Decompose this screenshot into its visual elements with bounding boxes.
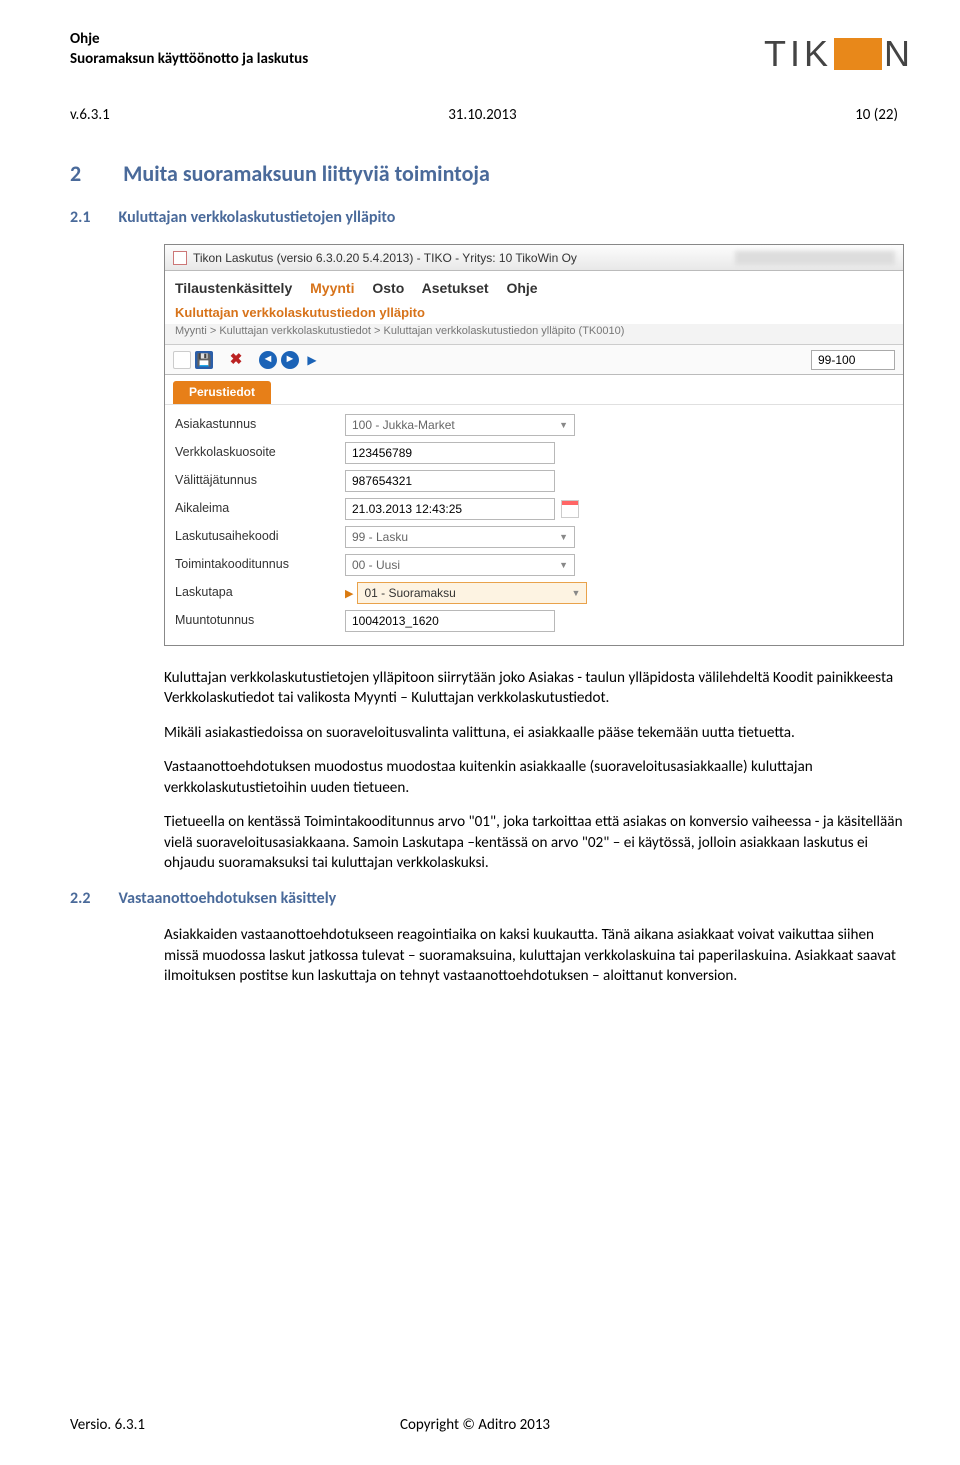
version: v.6.3.1 — [70, 105, 110, 125]
chevron-down-icon: ▼ — [572, 587, 581, 599]
label-laskutapa: Laskutapa — [175, 584, 345, 601]
app-screenshot: Tikon Laskutus (versio 6.3.0.20 5.4.2013… — [164, 244, 904, 645]
doc-date: 31.10.2013 — [448, 105, 516, 125]
field-muuntotunnus[interactable] — [345, 610, 555, 632]
doc-subtitle: Suoramaksun käyttöönotto ja laskutus — [70, 50, 308, 70]
heading-1-text: Muita suoramaksuun liittyviä toimintoja — [123, 159, 490, 189]
doc-title: Ohje — [70, 30, 308, 50]
paragraph: Asiakkaiden vastaanottoehdotukseen reago… — [164, 925, 906, 987]
marker-icon: ▶ — [345, 588, 353, 600]
tab-perustiedot[interactable]: Perustiedot — [173, 381, 271, 403]
field-asiakastunnus[interactable]: 100 - Jukka-Market▼ — [345, 414, 575, 436]
menu-ohje[interactable]: Ohje — [506, 280, 537, 296]
field-laskutusaihekoodi[interactable]: 99 - Lasku▼ — [345, 526, 575, 548]
menu-tilaustenkasittely[interactable]: Tilaustenkäsittely — [175, 280, 292, 296]
heading-2-2: 2.2 Vastaanottoehdotuksen käsittely — [70, 888, 912, 910]
heading-1-number: 2 — [70, 159, 81, 189]
logo: TIK N — [764, 30, 912, 79]
field-verkkolaskuosoite[interactable] — [345, 442, 555, 464]
app-icon — [173, 251, 187, 265]
label-toimintakooditunnus: Toimintakooditunnus — [175, 556, 345, 573]
label-aikaleima: Aikaleima — [175, 500, 345, 517]
heading-2-1-text: Kuluttajan verkkolaskutustietojen ylläpi… — [119, 207, 396, 229]
chevron-down-icon: ▼ — [559, 531, 568, 543]
menu-asetukset[interactable]: Asetukset — [422, 280, 489, 296]
forward-icon[interactable]: ► — [281, 351, 299, 369]
section-2-2-body: Asiakkaiden vastaanottoehdotukseen reago… — [164, 925, 906, 987]
window-title: Tikon Laskutus (versio 6.3.0.20 5.4.2013… — [193, 250, 577, 266]
label-asiakastunnus: Asiakastunnus — [175, 416, 345, 433]
field-laskutapa[interactable]: 01 - Suoramaksu▼ — [357, 582, 587, 604]
paragraph: Kuluttajan verkkolaskutustietojen ylläpi… — [164, 668, 906, 709]
footer: Versio. 6.3.1 Copyright © Aditro 2013 — [70, 1415, 912, 1435]
menu-osto[interactable]: Osto — [372, 280, 404, 296]
label-laskutusaihekoodi: Laskutusaihekoodi — [175, 528, 345, 545]
label-valittajatunnus: Välittäjätunnus — [175, 472, 345, 489]
calendar-icon[interactable] — [561, 500, 579, 518]
toolbar: 💾 ✖ ◄ ► ▶ — [165, 345, 903, 375]
pager-input[interactable] — [811, 350, 895, 370]
chevron-down-icon: ▼ — [559, 559, 568, 571]
chevron-down-icon: ▼ — [559, 419, 568, 431]
heading-2-2-number: 2.2 — [70, 888, 91, 910]
heading-2-1: 2.1 Kuluttajan verkkolaskutustietojen yl… — [70, 207, 912, 229]
logo-text-tail: N — [884, 30, 912, 79]
footer-version: Versio. 6.3.1 — [70, 1415, 400, 1435]
logo-box-icon — [834, 38, 882, 70]
field-aikaleima[interactable] — [345, 498, 555, 520]
paragraph: Tietueella on kentässä Toimintakooditunn… — [164, 812, 906, 874]
next-icon[interactable]: ▶ — [303, 351, 321, 369]
tabstrip: Perustiedot — [165, 375, 903, 403]
window-titlebar: Tikon Laskutus (versio 6.3.0.20 5.4.2013… — [165, 245, 903, 271]
menu-myynti[interactable]: Myynti — [310, 280, 354, 296]
view-title: Kuluttajan verkkolaskutustiedon ylläpito — [165, 298, 903, 324]
save-icon[interactable]: 💾 — [195, 351, 213, 369]
paragraph: Vastaanottoehdotuksen muodostus muodosta… — [164, 757, 906, 798]
back-icon[interactable]: ◄ — [259, 351, 277, 369]
delete-icon[interactable]: ✖ — [227, 351, 245, 369]
blurred-region — [735, 251, 895, 265]
heading-2-2-text: Vastaanottoehdotuksen käsittely — [119, 888, 337, 910]
field-toimintakooditunnus[interactable]: 00 - Uusi▼ — [345, 554, 575, 576]
page-number: 10 (22) — [855, 105, 898, 125]
meta-row: v.6.3.1 31.10.2013 10 (22) — [70, 105, 912, 125]
logo-text: TIK — [764, 30, 832, 79]
menubar: Tilaustenkäsittely Myynti Osto Asetukset… — [165, 271, 903, 298]
label-verkkolaskuosoite: Verkkolaskuosoite — [175, 444, 345, 461]
new-icon[interactable] — [173, 351, 191, 369]
field-valittajatunnus[interactable] — [345, 470, 555, 492]
label-muuntotunnus: Muuntotunnus — [175, 612, 345, 629]
heading-1: 2 Muita suoramaksuun liittyviä toimintoj… — [70, 159, 912, 189]
footer-copyright: Copyright © Aditro 2013 — [400, 1415, 550, 1435]
breadcrumb: Myynti > Kuluttajan verkkolaskutustiedot… — [165, 324, 903, 346]
paragraph: Mikäli asiakastiedoissa on suoraveloitus… — [164, 723, 906, 744]
page-header: Ohje Suoramaksun käyttöönotto ja laskutu… — [70, 30, 912, 79]
heading-2-1-number: 2.1 — [70, 207, 91, 229]
form: Asiakastunnus 100 - Jukka-Market▼ Verkko… — [165, 404, 903, 645]
section-2-1-body: Kuluttajan verkkolaskutustietojen ylläpi… — [164, 668, 906, 874]
